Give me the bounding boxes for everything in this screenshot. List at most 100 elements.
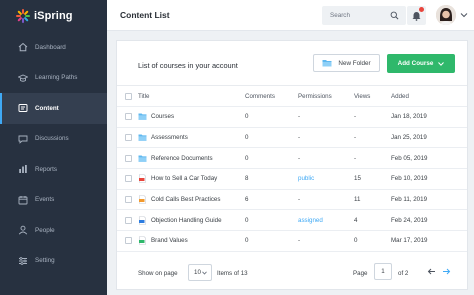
row-title-cell[interactable]: Cold Calls Best Practices xyxy=(138,190,220,210)
arrow-right-icon[interactable] xyxy=(442,267,451,276)
content-icon xyxy=(18,103,28,113)
table-row[interactable]: Cold Calls Best Practices 6 - 11 Feb 11, 201… xyxy=(117,190,467,211)
row-added: Jan 18, 2019 xyxy=(391,113,427,121)
row-checkbox[interactable] xyxy=(125,148,132,168)
app-name: iSpring xyxy=(34,10,73,22)
row-title: Cold Calls Best Practices xyxy=(151,196,221,204)
row-title-cell[interactable]: Courses xyxy=(138,107,174,127)
sidebar-item-events[interactable]: Events xyxy=(0,185,107,216)
sidebar-item-dashboard[interactable]: Dashboard xyxy=(0,32,107,63)
show-on-page-label: Show on page xyxy=(138,270,178,277)
sidebar-item-people[interactable]: People xyxy=(0,215,107,246)
table-row[interactable]: How to Sell a Car Today 8 public 15 Feb 10, … xyxy=(117,169,467,190)
row-views: - xyxy=(354,134,357,142)
row-checkbox[interactable] xyxy=(125,128,132,148)
row-added: Feb 10, 2019 xyxy=(391,175,428,183)
row-title: Courses xyxy=(151,113,175,121)
sliders-icon xyxy=(18,256,28,266)
sidebar-item-discussions[interactable]: Discussions xyxy=(0,124,107,155)
calendar-icon xyxy=(18,195,28,205)
row-views: 0 xyxy=(354,237,358,245)
row-permissions: - xyxy=(298,237,301,245)
page-size-select[interactable]: 10 xyxy=(188,264,212,281)
row-checkbox[interactable] xyxy=(125,190,132,210)
app-logo[interactable]: iSpring xyxy=(16,8,73,24)
avatar[interactable] xyxy=(436,5,456,25)
content-card: List of courses in your account New Fold… xyxy=(116,40,468,290)
column-header-comments[interactable]: Comments xyxy=(245,87,275,106)
row-title-cell[interactable]: Brand Values xyxy=(138,231,188,251)
row-title-cell[interactable]: Assessments xyxy=(138,128,188,148)
table-row[interactable]: Brand Values 0 - 0 Mar 17, 2019 xyxy=(117,231,467,252)
presentation-file-icon xyxy=(138,195,147,204)
row-title-cell[interactable]: How to Sell a Car Today xyxy=(138,169,217,189)
arrow-left-icon[interactable] xyxy=(427,267,436,276)
row-permissions: - xyxy=(298,154,301,162)
table-row[interactable]: Objection Handling Guide 0 assigned 4 Feb 24… xyxy=(117,210,467,232)
sidebar-item-label: Learning Paths xyxy=(35,74,78,82)
sidebar-item-learning-paths[interactable]: Learning Paths xyxy=(0,63,107,94)
page-label: Page xyxy=(353,270,368,277)
column-header-permissions[interactable]: Permissions xyxy=(298,87,332,106)
search-input[interactable] xyxy=(330,12,386,19)
row-views: - xyxy=(354,113,357,121)
image-file-icon xyxy=(138,236,147,246)
select-all-checkbox[interactable] xyxy=(125,87,132,106)
search-box[interactable] xyxy=(322,6,406,25)
notification-badge xyxy=(419,7,424,12)
sidebar-nav: Dashboard Learning Paths Content Discuss… xyxy=(0,32,107,276)
sidebar-item-reports[interactable]: Reports xyxy=(0,154,107,185)
row-added: Jan 25, 2019 xyxy=(391,134,427,142)
row-permissions[interactable]: assigned xyxy=(298,210,323,230)
row-permissions: - xyxy=(298,134,301,142)
ispring-logo-icon xyxy=(16,9,30,23)
row-checkbox[interactable] xyxy=(125,169,132,189)
table-header-row: Title Comments Permissions Views Added xyxy=(117,87,467,107)
sidebar: iSpring Dashboard Learning Paths Content… xyxy=(0,0,107,295)
row-title-cell[interactable]: Objection Handling Guide xyxy=(138,210,222,230)
card-header: List of courses in your account New Fold… xyxy=(117,41,467,86)
page-number-input[interactable]: 1 xyxy=(374,263,392,280)
new-folder-label: New Folder xyxy=(338,59,371,67)
row-added: Feb 11, 2019 xyxy=(391,196,428,204)
column-header-title[interactable]: Title xyxy=(138,87,149,106)
row-title-cell[interactable]: Reference Documents xyxy=(138,148,213,168)
notifications-button[interactable] xyxy=(407,6,426,25)
pagination-bar: Show on page 10 Items of 13 Page 1 of 2 xyxy=(117,259,467,289)
row-views: - xyxy=(354,154,357,162)
column-header-views[interactable]: Views xyxy=(354,87,370,106)
sidebar-item-content[interactable]: Content xyxy=(0,93,107,124)
card-title: List of courses in your account xyxy=(138,61,238,70)
user-avatar-icon xyxy=(436,5,456,25)
sidebar-item-label: Dashboard xyxy=(35,43,66,51)
chevron-down-icon[interactable] xyxy=(460,12,468,18)
row-permissions[interactable]: public xyxy=(298,169,314,189)
row-checkbox[interactable] xyxy=(125,107,132,127)
pdf-file-icon xyxy=(138,174,147,184)
table-row[interactable]: Courses 0 - - Jan 18, 2019 xyxy=(117,107,467,128)
new-folder-button[interactable]: New Folder xyxy=(313,54,380,72)
items-count-label: Items of 13 xyxy=(217,270,248,277)
row-comments: 8 xyxy=(245,175,249,183)
table-row[interactable]: Assessments 0 - - Jan 25, 2019 xyxy=(117,128,467,149)
row-checkbox[interactable] xyxy=(125,210,132,230)
row-title: Brand Values xyxy=(151,237,188,245)
row-permissions: - xyxy=(298,196,301,204)
bar-chart-icon xyxy=(18,164,28,174)
row-comments: 0 xyxy=(245,216,249,224)
row-permissions: - xyxy=(298,113,301,121)
page-size-value: 10 xyxy=(194,269,201,276)
row-added: Feb 24, 2019 xyxy=(391,216,428,224)
row-comments: 0 xyxy=(245,113,249,121)
sidebar-item-label: Reports xyxy=(35,165,58,173)
sidebar-item-setting[interactable]: Setting xyxy=(0,246,107,277)
row-checkbox[interactable] xyxy=(125,231,132,251)
table-row[interactable]: Reference Documents 0 - - Feb 05, 2019 xyxy=(117,148,467,170)
bell-icon xyxy=(412,11,421,21)
search-icon[interactable] xyxy=(390,11,399,20)
row-views: 11 xyxy=(354,196,361,204)
total-pages-label: of 2 xyxy=(398,270,409,277)
row-comments: 6 xyxy=(245,196,249,204)
column-header-added[interactable]: Added xyxy=(391,87,409,106)
add-course-button[interactable]: Add Course xyxy=(387,54,455,73)
